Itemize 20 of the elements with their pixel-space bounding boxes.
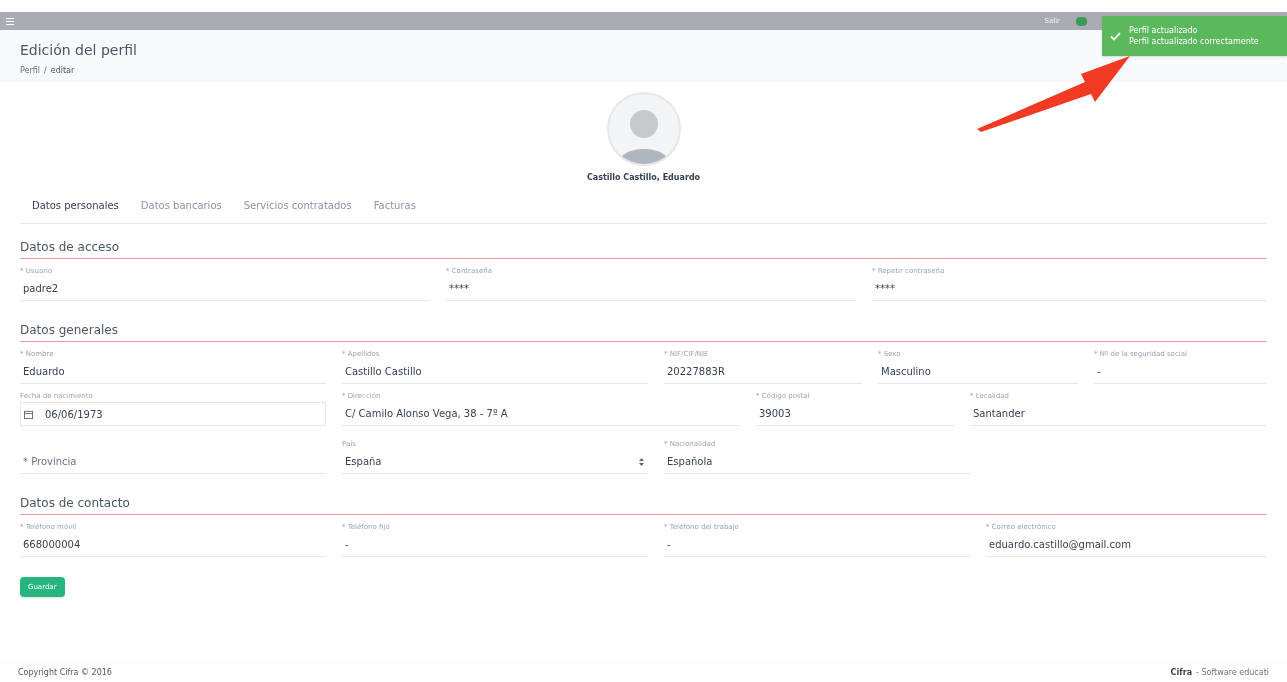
breadcrumb-current: editar [50, 65, 75, 77]
tab[interactable]: Datos personales [32, 198, 119, 213]
toast-title: Perfil actualizado [1129, 25, 1199, 36]
toast-message: Perfil actualizado correctamente [1129, 36, 1259, 47]
footer-tagline: - Software educati [1196, 666, 1269, 679]
copyright-text: Copyright Cifra © 2016 [18, 666, 112, 679]
section-title: Datos de contacto [20, 494, 1267, 515]
section-title: Datos de acceso [20, 238, 1267, 259]
app-icon[interactable] [1076, 16, 1087, 26]
breadcrumb-link[interactable]: Perfil [20, 65, 40, 77]
sort-arrows-icon [639, 457, 644, 466]
calendar-icon [24, 409, 33, 419]
page-title: Edición del perfil [20, 41, 137, 60]
profile-name: Castillo Castillo, Eduardo [586, 172, 701, 184]
brand-name: Cifra [1170, 666, 1193, 679]
date-field[interactable]: 06/06/1973 [20, 402, 326, 426]
section-title: Datos generales [20, 321, 1267, 342]
check-icon [1110, 31, 1121, 41]
breadcrumb-separator: / [44, 65, 47, 77]
menu-icon[interactable] [6, 17, 14, 25]
